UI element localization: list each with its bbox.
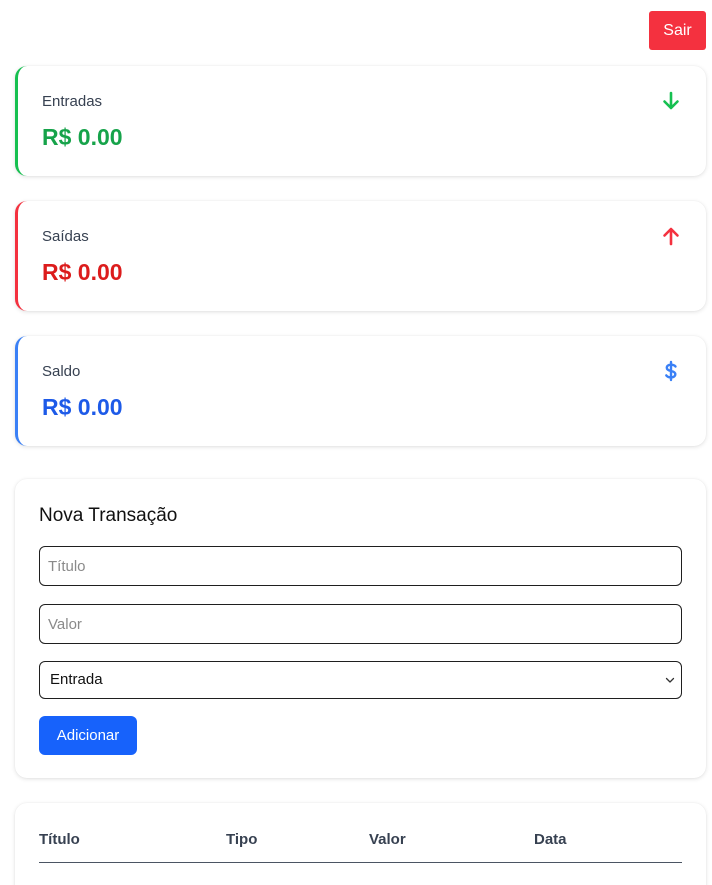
dollar-icon (665, 360, 677, 382)
form-title: Nova Transação (39, 505, 178, 526)
table-header-divider (39, 862, 682, 863)
column-header-title: Título (39, 831, 80, 848)
balance-label: Saldo (42, 363, 81, 380)
expense-label: Saídas (42, 228, 89, 245)
arrow-up-icon (663, 227, 679, 246)
income-summary-card: Entradas R$ 0.00 (15, 66, 706, 176)
balance-summary-card: Saldo R$ 0.00 (15, 336, 706, 446)
amount-input[interactable] (39, 604, 682, 644)
income-label: Entradas (42, 93, 103, 110)
type-select[interactable]: Entrada (39, 661, 682, 699)
transactions-table: Título Tipo Valor Data (15, 803, 706, 885)
expense-summary-card: Saídas R$ 0.00 (15, 201, 706, 311)
add-transaction-button[interactable]: Adicionar (39, 716, 137, 755)
arrow-down-icon (663, 91, 679, 110)
title-input[interactable] (39, 546, 682, 586)
type-select-value: Entrada (50, 671, 103, 688)
logout-button[interactable]: Sair (649, 11, 706, 50)
dashboard-page: Sair Entradas R$ 0.00 Saídas R$ 0.00 Sal… (0, 0, 712, 885)
column-header-type: Tipo (226, 831, 258, 848)
chevron-down-icon (665, 677, 675, 683)
new-transaction-form: Nova Transação Entrada Adicionar (15, 479, 706, 778)
income-value: R$ 0.00 (42, 124, 123, 150)
expense-value: R$ 0.00 (42, 259, 123, 285)
column-header-date: Data (534, 831, 567, 848)
balance-value: R$ 0.00 (42, 394, 123, 420)
column-header-amount: Valor (369, 831, 406, 848)
